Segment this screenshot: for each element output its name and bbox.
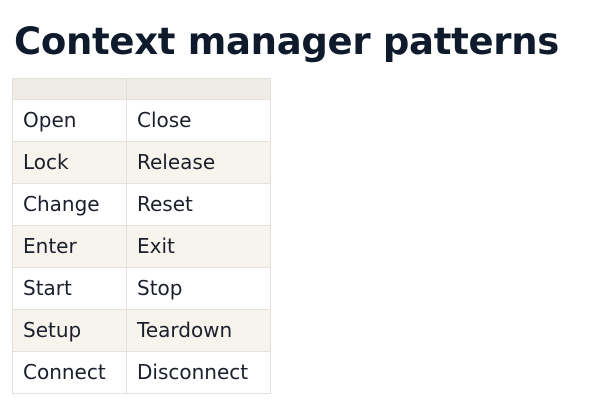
column-header: [126, 78, 271, 100]
table-cell: Exit: [126, 225, 271, 268]
table-cell: Connect: [12, 351, 127, 394]
table-cell: Close: [126, 99, 271, 142]
table-cell: Release: [126, 141, 271, 184]
table-cell: Lock: [12, 141, 127, 184]
table-row: Connect Disconnect: [12, 351, 271, 394]
table-row: Lock Release: [12, 141, 271, 184]
table-header: [12, 78, 271, 100]
table-row: Enter Exit: [12, 225, 271, 268]
column-header: [12, 78, 127, 100]
page-title: Context manager patterns: [14, 20, 559, 63]
table-row: Start Stop: [12, 267, 271, 310]
table-cell: Teardown: [126, 309, 271, 352]
table-cell: Start: [12, 267, 127, 310]
table-cell: Change: [12, 183, 127, 226]
table-row: Setup Teardown: [12, 309, 271, 352]
table-row: Open Close: [12, 99, 271, 142]
table-cell: Open: [12, 99, 127, 142]
table-cell: Stop: [126, 267, 271, 310]
table-cell: Enter: [12, 225, 127, 268]
table-header-row: [12, 78, 271, 100]
table-cell: Disconnect: [126, 351, 271, 394]
table-row: Change Reset: [12, 183, 271, 226]
table-body: Open Close Lock Release Change Reset Ent…: [12, 99, 271, 394]
patterns-table: Open Close Lock Release Change Reset Ent…: [12, 78, 271, 394]
table-cell: Setup: [12, 309, 127, 352]
table-cell: Reset: [126, 183, 271, 226]
